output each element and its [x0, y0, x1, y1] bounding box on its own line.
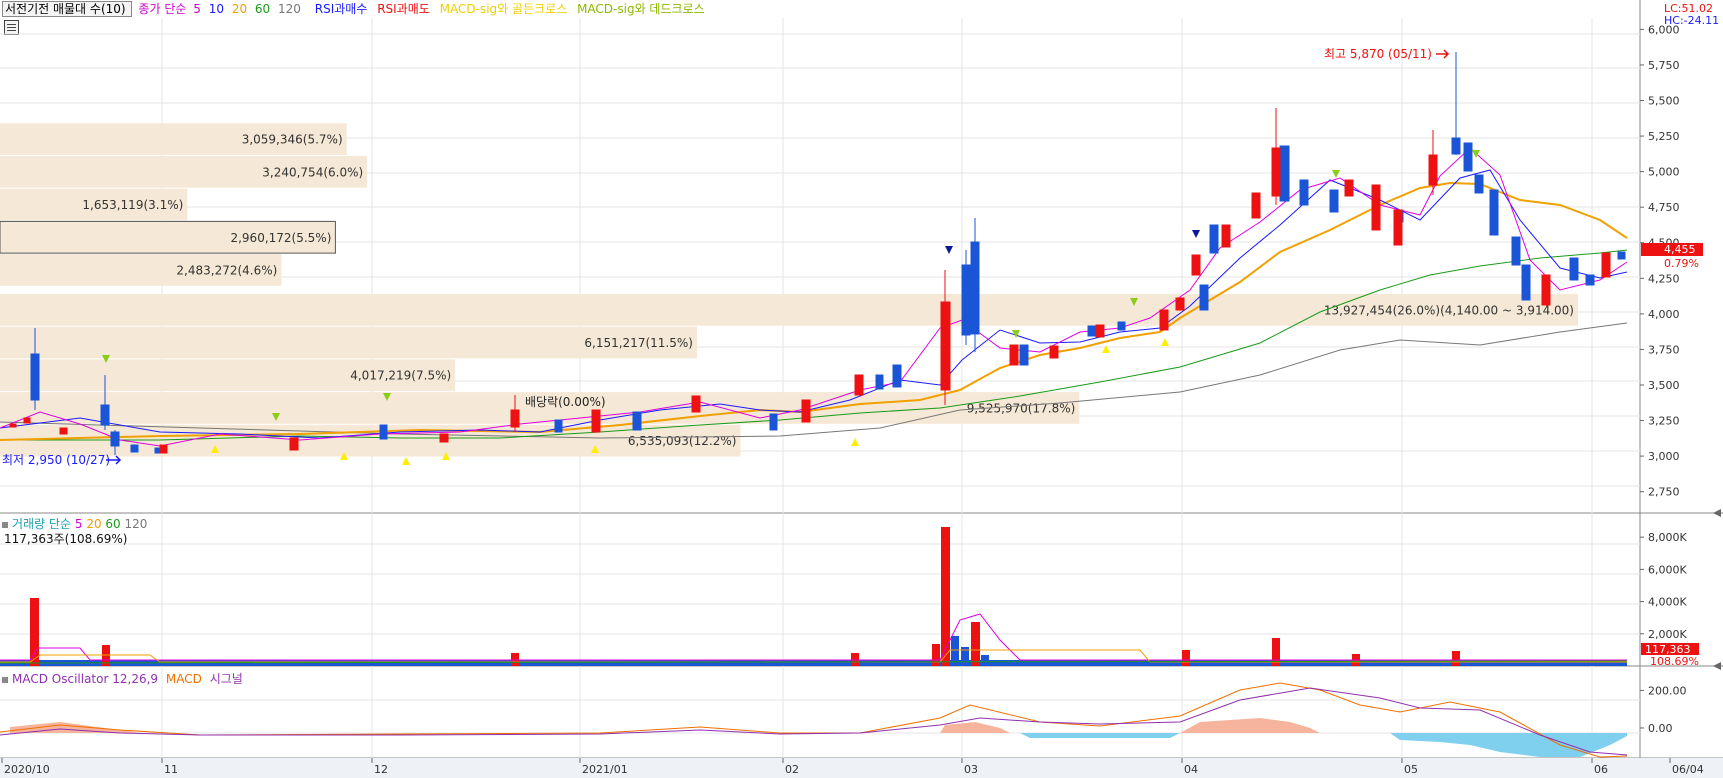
volume-legend-title[interactable]: 거래량 단순 [12, 517, 71, 531]
price-tick-label: 4,000 [1648, 308, 1680, 321]
macd-tick-label: 0.00 [1648, 722, 1673, 735]
volume-axis: 8,000K 6,000K 4,000K 2,000K [1640, 531, 1687, 641]
volume-profile-label: 3,059,346(5.7%) [242, 133, 343, 147]
x-axis-bg [0, 758, 1723, 778]
price-tick-label: 5,500 [1648, 95, 1680, 108]
price-tick-label: 3,000 [1648, 450, 1680, 463]
volume-profile-label: 6,151,217(11.5%) [584, 336, 693, 350]
x-tick-label: 03 [964, 763, 978, 776]
volume-grid [0, 543, 1640, 635]
macd-legend-macd: MACD [165, 672, 202, 686]
volume-current-info: 117,363주(108.69%) [4, 532, 128, 546]
x-tick-label: 06/04 [1672, 763, 1704, 776]
low-price-label: 최저 2,950 (10/27) [2, 453, 110, 467]
panel-resize-icon[interactable] [1713, 509, 1721, 517]
high-price-label: 최고 5,870 (05/11) [1324, 47, 1432, 61]
volume-legend-ma120: 120 [124, 517, 148, 531]
hc-indicator: HC:-24.11 [1664, 14, 1719, 27]
x-tick-label: 02 [785, 763, 799, 776]
high-arrow-icon [1436, 49, 1450, 59]
price-tick-label: 2,750 [1648, 486, 1680, 499]
macd-legend-title[interactable]: MACD Oscillator 12,26,9 [12, 672, 158, 686]
macd-tick-label: 200.00 [1648, 684, 1687, 697]
volume-current-pct: 108.69% [1650, 655, 1699, 668]
volume-moving-averages [0, 613, 1628, 664]
macd-axis: 200.00 0.00 [1640, 684, 1687, 735]
x-tick-label: 06 [1594, 763, 1608, 776]
current-price: 4,455 [1664, 243, 1696, 256]
price-tick-label: 4,250 [1648, 272, 1680, 285]
price-tick-label: 4,750 [1648, 201, 1680, 214]
volume-tick-label: 4,000K [1648, 596, 1687, 609]
macd-legend: MACD Oscillator 12,26,9 MACD 시그널 [2, 670, 243, 687]
volume-profile-label: 4,017,219(7.5%) [350, 369, 451, 383]
panel-resize-icon-2[interactable] [1713, 662, 1721, 670]
volume-profile-label: 2,960,172(5.5%) [230, 231, 331, 245]
price-tick-label: 3,750 [1648, 343, 1680, 356]
dividend-label: 배당락(0.00%) [525, 395, 606, 409]
macd-legend-signal: 시그널 [209, 672, 243, 686]
price-tick-label: 5,000 [1648, 166, 1680, 179]
volume-legend-ma60: 60 [105, 517, 121, 531]
macd-oscillator-bars [10, 718, 1627, 757]
x-tick-label: 04 [1184, 763, 1198, 776]
volume-bars [0, 527, 1627, 666]
stock-chart-window: 서전기전 매물대 수(10) 종가 단순 5 10 20 60 120 RSI과… [0, 0, 1723, 778]
volume-legend-ma5: 5 [74, 517, 83, 531]
volume-legend-box-icon [2, 522, 8, 528]
volume-tick-label: 8,000K [1648, 531, 1687, 544]
macd-legend-box-icon [2, 677, 8, 683]
volume-profile-label: 2,483,272(4.6%) [176, 263, 277, 277]
price-tick-label: 5,250 [1648, 130, 1680, 143]
current-price-pct: 0.79% [1664, 257, 1699, 270]
volume-tick-label: 6,000K [1648, 563, 1687, 576]
x-tick-label: 11 [164, 763, 178, 776]
volume-legend-ma20: 20 [86, 517, 102, 531]
volume-tick-label: 2,000K [1648, 628, 1687, 641]
macd-lines [0, 682, 1628, 758]
price-tick-label: 5,750 [1648, 59, 1680, 72]
volume-profile-label: 13,927,454(26.0%)(4,140.00 ~ 3,914.00) [1324, 303, 1574, 317]
price-tick-label: 3,250 [1648, 415, 1680, 428]
volume-profile-label: 1,653,119(3.1%) [82, 198, 183, 212]
price-tick-label: 3,500 [1648, 379, 1680, 392]
chart-canvas: 3,059,346(5.7%) 3,240,754(6.0%) 1,653,119(… [0, 0, 1723, 778]
macd-grid [0, 699, 1640, 734]
x-tick-label: 05 [1404, 763, 1418, 776]
x-tick-label: 12 [374, 763, 388, 776]
x-tick-label: 2021/01 [582, 763, 628, 776]
x-tick-label: 2020/10 [4, 763, 50, 776]
volume-profile-label: 3,240,754(6.0%) [262, 165, 363, 179]
